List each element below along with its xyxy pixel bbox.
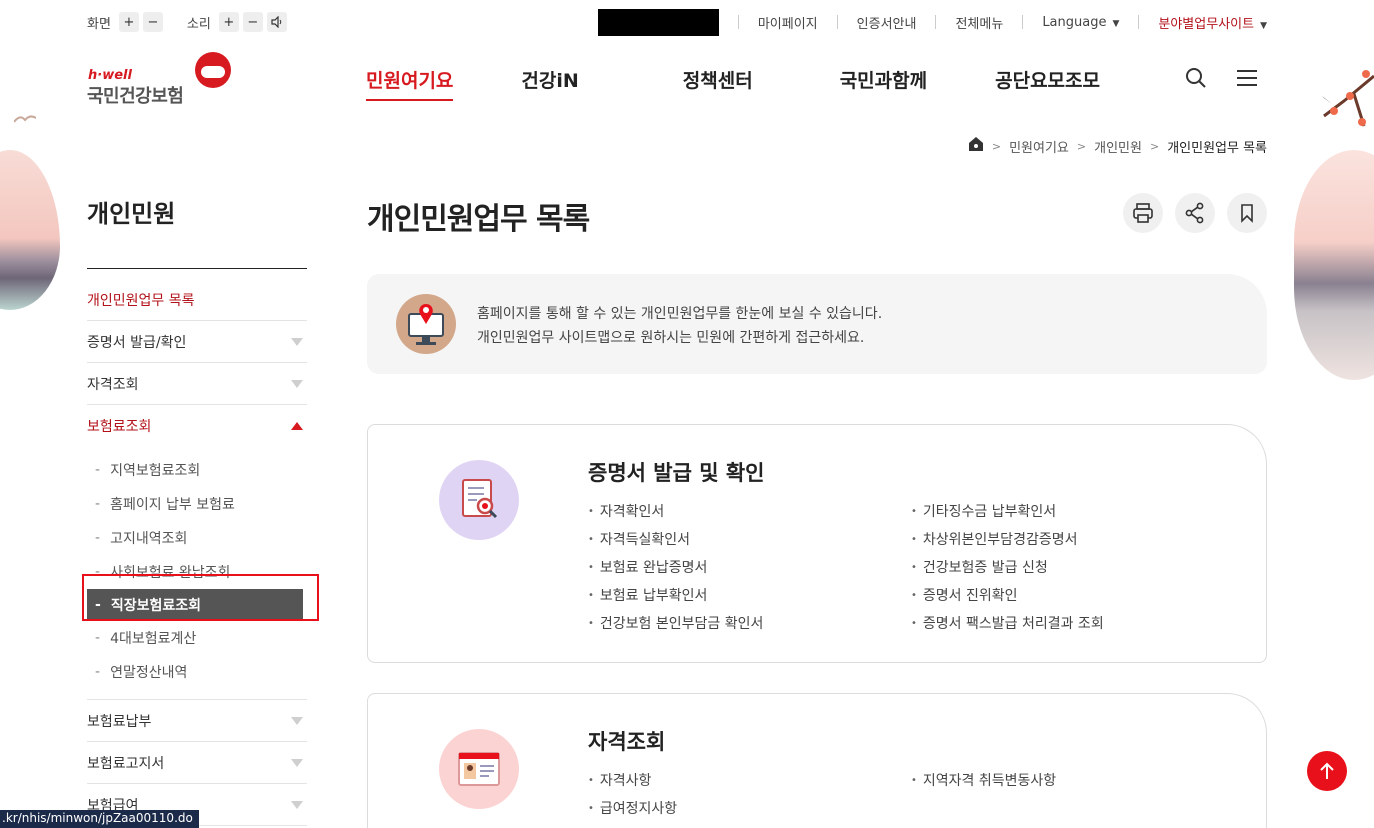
breadcrumb-item[interactable]: 민원여기요	[1009, 137, 1069, 156]
card-link-item[interactable]: • 자격사항	[588, 766, 677, 794]
magpie-branch-icon	[1312, 70, 1374, 127]
certificate-guide-link[interactable]: 인증서안내	[857, 13, 917, 32]
logo-name: 국민건강보험	[87, 86, 184, 107]
sidebar-item-premium-inquiry[interactable]: 보험료조회	[87, 405, 307, 447]
triangle-up-icon	[291, 422, 303, 430]
search-icon[interactable]	[1184, 66, 1208, 90]
card-link-item[interactable]: • 증명서 진위확인	[911, 581, 1104, 609]
card-link-item[interactable]: • 기타징수금 납부확인서	[911, 497, 1104, 525]
triangle-down-icon	[291, 800, 303, 809]
sidebar-title: 개인민원	[87, 200, 176, 228]
volume-down-button[interactable]: −	[242, 12, 263, 32]
chevron-right-icon: >	[1076, 139, 1087, 153]
caret-down-icon: ▼	[1112, 18, 1120, 29]
card-link-column: • 지역자격 취득변동사항	[911, 766, 1056, 794]
chevron-right-icon: >	[991, 139, 1002, 153]
sidebar-item-qualification[interactable]: 자격조회	[87, 363, 307, 405]
page-title: 개인민원업무 목록	[367, 202, 590, 237]
speaker-icon[interactable]	[266, 12, 287, 32]
decorative-illustration-left	[0, 150, 60, 310]
card-link-item[interactable]: • 지역자격 취득변동사항	[911, 766, 1056, 794]
sidebar-subitem-year-end[interactable]: - 연말정산내역	[87, 655, 307, 689]
status-bar-url: .kr/nhis/minwon/jpZaa00110.do	[0, 810, 199, 828]
triangle-down-icon	[291, 716, 303, 725]
card-link-item[interactable]: • 보험료 완납증명서	[588, 553, 763, 581]
screen-size-label: 화면	[87, 16, 111, 32]
intro-banner: 홈페이지를 통해 할 수 있는 개인민원업무를 한눈에 보실 수 있습니다. 개…	[367, 274, 1267, 374]
bookmark-icon[interactable]	[1227, 193, 1267, 233]
hamburger-menu-icon[interactable]	[1235, 66, 1259, 90]
breadcrumb-item[interactable]: 개인민원	[1094, 137, 1142, 156]
sound-label: 소리	[186, 16, 211, 32]
scroll-to-top-button[interactable]	[1307, 751, 1347, 791]
intro-line-2: 개인민원업무 사이트맵으로 원하시는 민원에 간편하게 접근하세요.	[477, 330, 865, 346]
sidebar-item-certificate[interactable]: 증명서 발급/확인	[87, 321, 307, 363]
card-link-item[interactable]: • 보험료 납부확인서	[588, 581, 763, 609]
intro-line-1: 홈페이지를 통해 할 수 있는 개인민원업무를 한눈에 보실 수 있습니다.	[477, 306, 883, 322]
sidebar-subitem-notice-history[interactable]: - 고지내역조회	[87, 521, 307, 555]
bird-icon	[14, 115, 36, 123]
card-link-item[interactable]: • 차상위본인부담경감증명서	[911, 525, 1104, 553]
redacted-user-area	[597, 8, 719, 36]
certificate-search-icon	[439, 460, 519, 540]
monitor-location-icon	[396, 294, 456, 354]
decorative-illustration-right	[1294, 150, 1374, 380]
caret-down-icon: ▼	[1260, 20, 1267, 31]
sidebar-menu: 개인민원업무 목록 증명서 발급/확인 자격조회 보험료조회 - 지역보험료조회 …	[87, 279, 307, 826]
card-link-column: • 자격사항 • 급여정지사항	[588, 766, 677, 822]
full-menu-link[interactable]: 전체메뉴	[955, 13, 1003, 32]
share-icon[interactable]	[1175, 193, 1215, 233]
logo-tagline: h·well	[88, 68, 132, 83]
print-icon[interactable]	[1123, 193, 1163, 233]
gnb-item-with-people[interactable]: 국민과함께	[840, 66, 927, 93]
category-card-certificates: 증명서 발급 및 확인 • 자격확인서 • 자격득실확인서 • 보험료 완납증명서 •…	[367, 424, 1267, 663]
highlight-box	[82, 574, 319, 621]
field-sites-select[interactable]: 분야별업무사이트 ▼	[1158, 13, 1267, 32]
mypage-link[interactable]: 마이페이지	[758, 13, 818, 32]
sidebar-item-premium-bill[interactable]: 보험료고지서	[87, 742, 307, 784]
gnb-item-about[interactable]: 공단요모조모	[995, 66, 1100, 93]
sidebar-item-premium-payment[interactable]: 보험료납부	[87, 700, 307, 742]
screen-zoom-out-button[interactable]: −	[142, 12, 163, 32]
card-title: 증명서 발급 및 확인	[588, 461, 765, 485]
screen-zoom-in-button[interactable]: +	[118, 12, 139, 32]
triangle-down-icon	[291, 337, 303, 346]
card-title: 자격조회	[588, 730, 666, 754]
arrow-up-icon	[1320, 762, 1334, 779]
card-link-item[interactable]: • 자격득실확인서	[588, 525, 763, 553]
card-link-item[interactable]: • 증명서 팩스발급 처리결과 조회	[911, 609, 1104, 637]
sidebar-subitem-four-insurance-calc[interactable]: -4대보험료계산	[87, 621, 307, 655]
card-link-item[interactable]: • 건강보험증 발급 신청	[911, 553, 1104, 581]
sidebar-divider	[87, 268, 307, 269]
card-link-item[interactable]: • 급여정지사항	[588, 794, 677, 822]
language-select[interactable]: Language ▼	[1042, 15, 1119, 30]
volume-up-button[interactable]: +	[218, 12, 239, 32]
gnb-item-policy-center[interactable]: 정책센터	[683, 66, 753, 93]
chevron-right-icon: >	[1149, 139, 1160, 153]
sidebar-subitem-regional-premium[interactable]: - 지역보험료조회	[87, 453, 307, 487]
main-navigation: 민원여기요 건강iN 정책센터 국민과함께 공단요모조모	[366, 66, 1100, 101]
gnb-item-health-in[interactable]: 건강iN	[521, 66, 578, 93]
card-link-column: • 기타징수금 납부확인서 • 차상위본인부담경감증명서 • 건강보험증 발급 신청 …	[911, 497, 1104, 637]
gnb-item-minwon[interactable]: 민원여기요	[366, 66, 454, 101]
sidebar-subitem-homepage-paid[interactable]: - 홈페이지 납부 보험료	[87, 487, 307, 521]
card-link-item[interactable]: • 건강보험 본인부담금 확인서	[588, 609, 763, 637]
sidebar-item-minwon-list[interactable]: 개인민원업무 목록	[87, 279, 307, 321]
triangle-down-icon	[291, 379, 303, 388]
card-link-item[interactable]: • 자격확인서	[588, 497, 763, 525]
breadcrumb: > 민원여기요 > 개인민원 > 개인민원업무 목록	[968, 136, 1267, 156]
nhis-logo[interactable]: h·well 국민건강보험	[87, 52, 237, 107]
logo-mask-icon	[195, 52, 231, 88]
utility-bar: 화면 + − 소리 + − 마이페이지 인증서안내 전체메뉴 Language ▼…	[87, 8, 1267, 36]
breadcrumb-current: 개인민원업무 목록	[1167, 140, 1267, 156]
triangle-down-icon	[291, 758, 303, 767]
home-icon[interactable]	[968, 136, 984, 156]
id-card-icon	[439, 729, 519, 809]
category-card-qualification: 자격조회 • 자격사항 • 급여정지사항 • 지역자격 취득변동사항	[367, 693, 1267, 828]
card-link-column: • 자격확인서 • 자격득실확인서 • 보험료 완납증명서 • 보험료 납부확인서 • 건…	[588, 497, 763, 637]
